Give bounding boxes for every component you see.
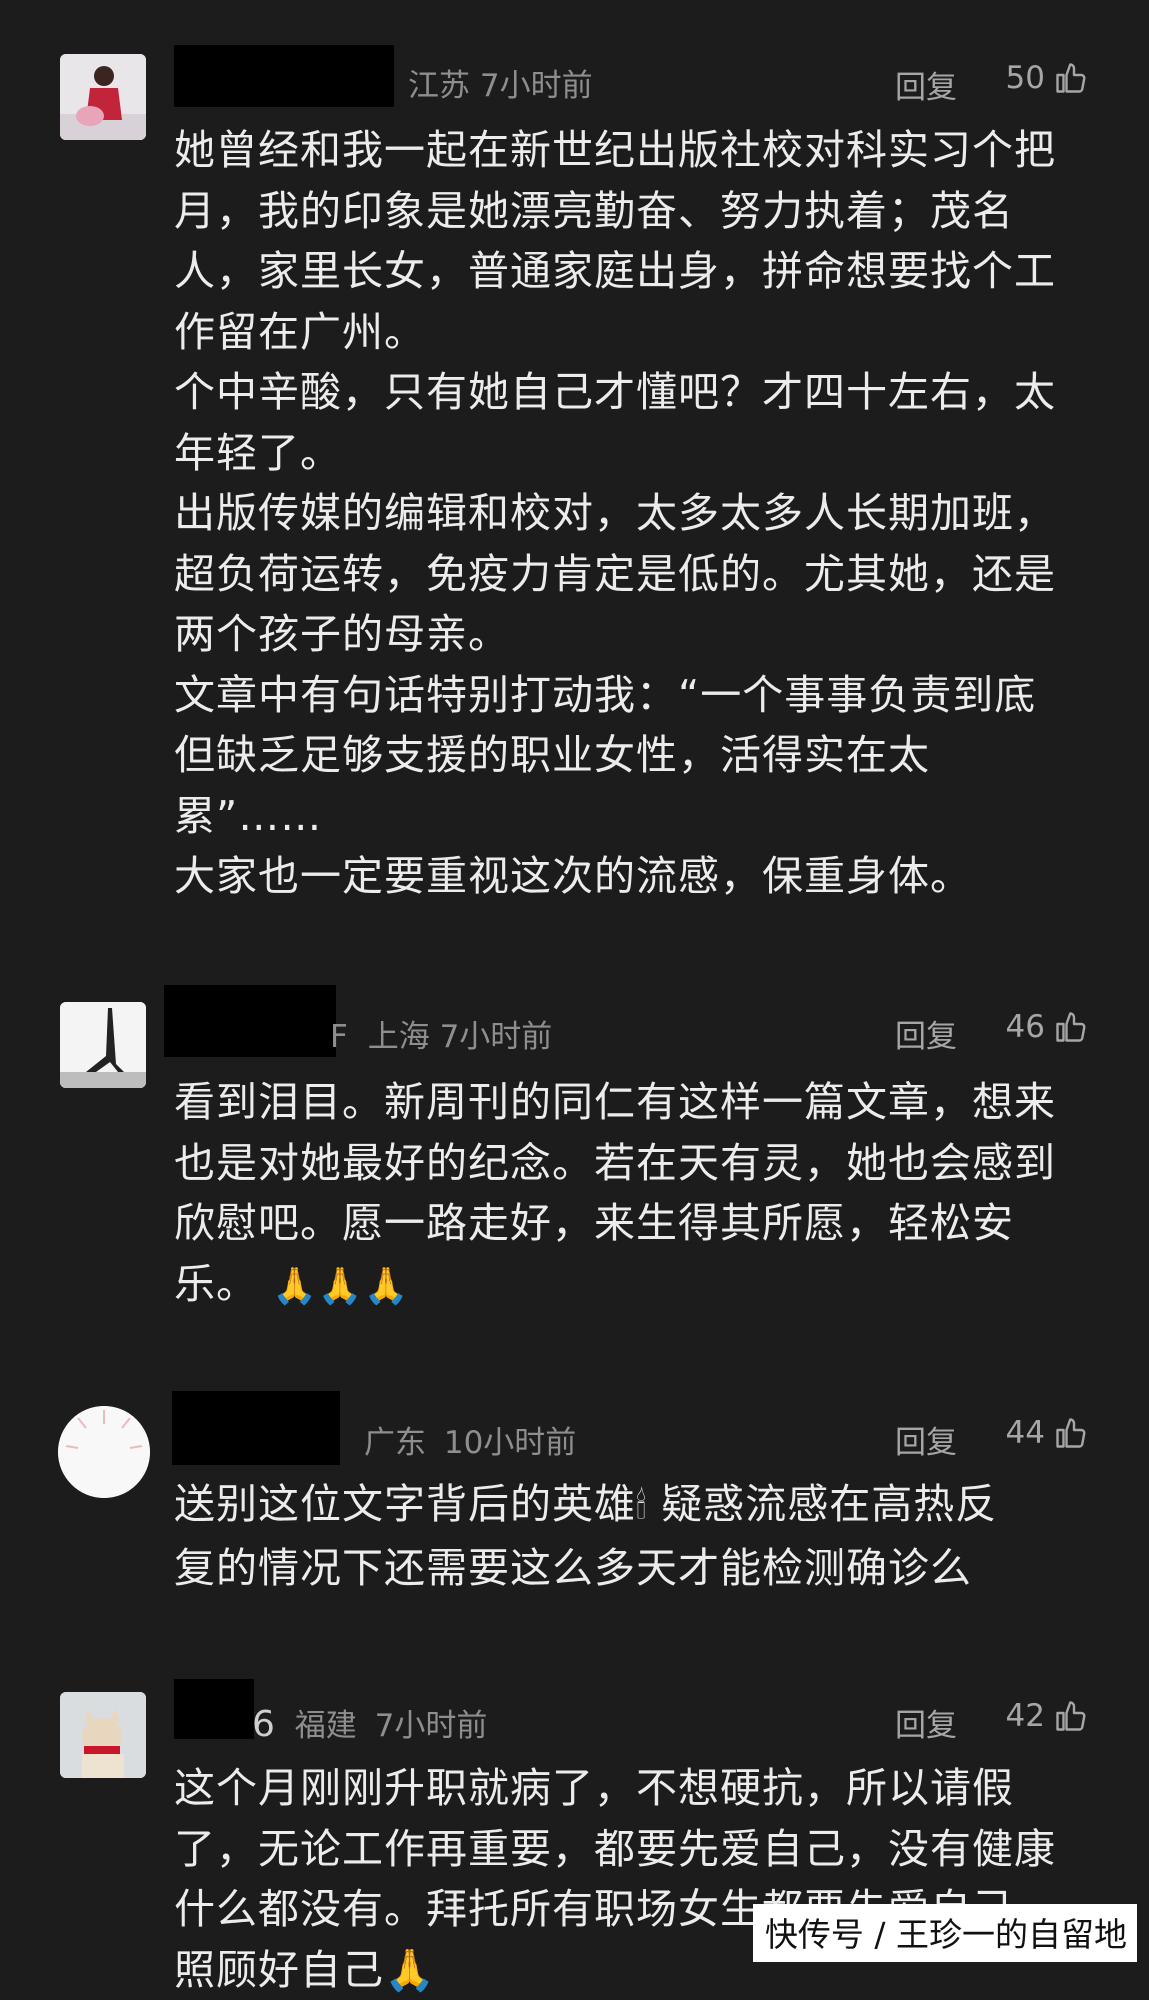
- like-count: 46: [1005, 1009, 1045, 1045]
- location: 广东: [364, 1425, 426, 1461]
- avatar-image: [60, 1692, 146, 1778]
- avatar-image: [60, 1002, 146, 1088]
- username-tail: 6: [252, 1704, 275, 1745]
- avatar-image: [58, 1406, 150, 1498]
- thumbs-up-icon: [1056, 1012, 1086, 1042]
- thumbs-up-icon: [1056, 1701, 1086, 1731]
- user-avatar[interactable]: [60, 1692, 146, 1778]
- location: 江苏: [408, 68, 470, 104]
- comment-meta: 广东 10小时前: [364, 1417, 576, 1462]
- like-button[interactable]: 50: [1006, 60, 1089, 96]
- comment-meta: 6 福建 7小时前: [252, 1700, 487, 1745]
- reply-button[interactable]: 回复: [895, 1417, 957, 1462]
- location: 上海: [367, 1019, 430, 1055]
- thumbs-up-icon: [1056, 63, 1086, 93]
- like-count: 50: [1005, 60, 1045, 96]
- like-button[interactable]: 42: [1006, 1698, 1089, 1734]
- location: 福建: [294, 1708, 357, 1744]
- like-count: 42: [1005, 1698, 1045, 1734]
- username-redacted[interactable]: [164, 985, 336, 1057]
- pray-emoji: 🙏🙏🙏: [272, 1265, 410, 1307]
- timestamp: 10小时前: [443, 1425, 577, 1461]
- comment-meta: F 上海 7小时前: [330, 1011, 552, 1056]
- user-avatar[interactable]: [60, 54, 146, 140]
- timestamp: 7小时前: [439, 1019, 553, 1055]
- like-button[interactable]: 44: [1006, 1415, 1089, 1451]
- candle-emoji: 🕯: [636, 1486, 648, 1527]
- reply-button[interactable]: 回复: [895, 62, 957, 107]
- watermark: 快传号 / 王珍一的自留地: [752, 1904, 1137, 1962]
- username-tail: F: [330, 1019, 348, 1055]
- timestamp: 7小时前: [479, 68, 593, 104]
- comment-text: 看到泪目。新周刊的同仁有这样一篇文章，想来 也是对她最好的纪念。若在天有灵，她也…: [174, 1072, 1089, 1317]
- like-button[interactable]: 46: [1006, 1009, 1089, 1045]
- comment-meta: 江苏 7小时前: [408, 60, 593, 105]
- username-redacted[interactable]: [172, 1391, 340, 1465]
- comment-text: 她曾经和我一起在新世纪出版社校对科实习个把 月，我的印象是她漂亮勤奋、努力执着；…: [174, 126, 1056, 900]
- comment-text-part-a: 送别这位文字背后的英雄: [174, 1480, 636, 1528]
- comment-text: 这个月刚刚升职就病了，不想硬抗，所以请假 了，无论工作再重要，都要先爱自己，没有…: [174, 1764, 1056, 1994]
- user-avatar[interactable]: [60, 1002, 146, 1088]
- reply-button[interactable]: 回复: [895, 1700, 957, 1745]
- thumbs-up-icon: [1056, 1418, 1086, 1448]
- username-redacted[interactable]: [174, 1679, 254, 1739]
- timestamp: 7小时前: [374, 1708, 488, 1744]
- reply-button[interactable]: 回复: [895, 1011, 957, 1056]
- username-redacted[interactable]: [174, 45, 394, 107]
- like-count: 44: [1005, 1415, 1045, 1451]
- user-avatar[interactable]: [58, 1406, 150, 1498]
- comment-text: 送别这位文字背后的英雄🕯 疑惑流感在高热反 复的情况下还需要这么多天才能检测确诊…: [174, 1474, 1089, 1598]
- avatar-image: [60, 54, 146, 140]
